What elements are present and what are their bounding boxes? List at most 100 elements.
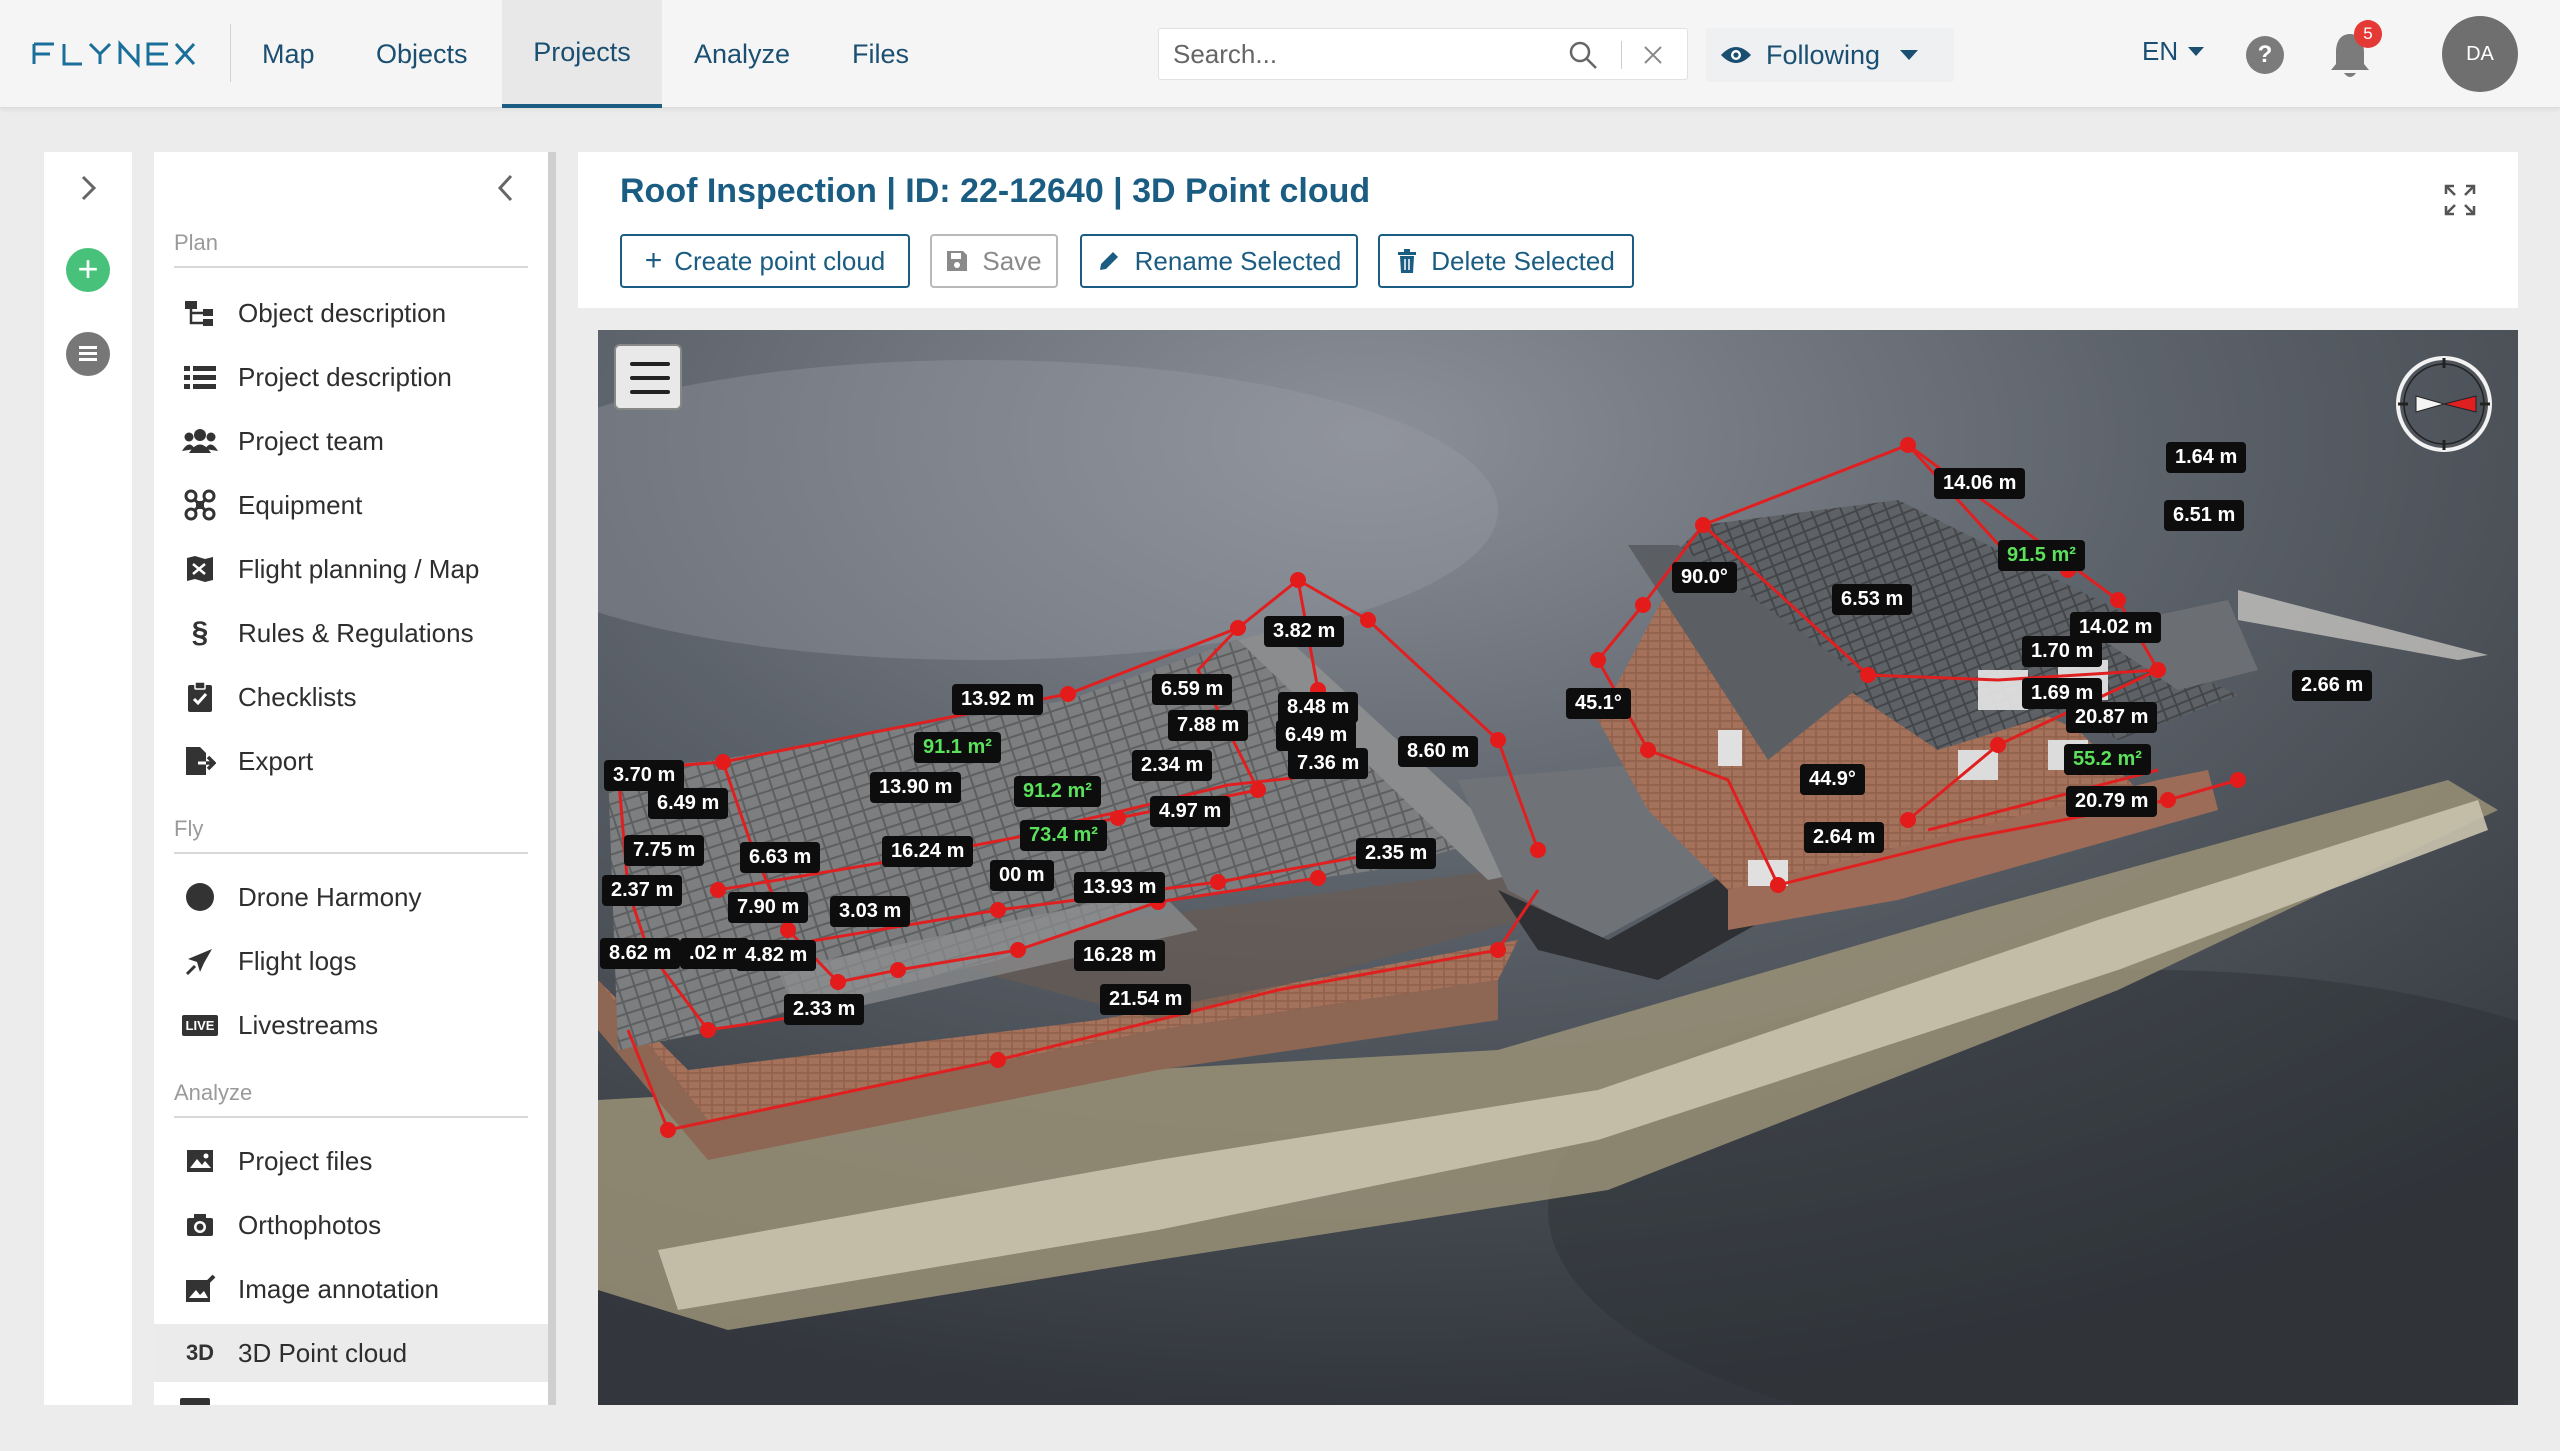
language-selector[interactable]: EN xyxy=(2142,36,2205,67)
measurement-label[interactable]: 6.49 m xyxy=(648,788,729,819)
area-label[interactable]: 73.4 m² xyxy=(1020,820,1107,851)
point-cloud-viewer[interactable]: 3.70 m 6.49 m 7.75 m 2.37 m 8.62 m .02 m… xyxy=(598,330,2518,1405)
sidebar-item-project-files[interactable]: Project files xyxy=(154,1132,548,1190)
measurement-label[interactable]: 4.82 m xyxy=(736,940,817,971)
measurement-label[interactable]: 7.90 m xyxy=(728,892,809,923)
sidebar-item-label: Object description xyxy=(238,297,447,328)
area-label[interactable]: 55.2 m² xyxy=(2064,744,2151,775)
measurement-label[interactable]: 8.62 m xyxy=(600,938,681,969)
area-label[interactable]: 91.1 m² xyxy=(914,732,1001,763)
sidebar-item-label: Drone Harmony xyxy=(238,881,422,912)
sidebar-item-rules-regulations[interactable]: § Rules & Regulations xyxy=(154,604,548,662)
measurement-label[interactable]: 21.54 m xyxy=(1100,984,1192,1015)
sidebar-item-equipment[interactable]: Equipment xyxy=(154,476,548,534)
measurement-label[interactable]: 16.28 m xyxy=(1074,940,1166,971)
search-box xyxy=(1158,28,1688,80)
measurement-label[interactable]: 1.70 m xyxy=(2022,636,2103,667)
search-input[interactable] xyxy=(1173,38,1543,70)
help-icon[interactable]: ? xyxy=(2246,36,2284,74)
sidebar-item-orthophotos[interactable]: Orthophotos xyxy=(154,1196,548,1254)
sidebar-item-livestreams[interactable]: LIVE Livestreams xyxy=(154,996,548,1054)
fullscreen-icon[interactable] xyxy=(2442,182,2478,218)
nav-objects[interactable]: Objects xyxy=(344,0,500,108)
sidebar-item-image-annotation[interactable]: Image annotation xyxy=(154,1260,548,1318)
sidebar-item-project-description[interactable]: Project description xyxy=(154,348,548,406)
measurement-label[interactable]: 2.64 m xyxy=(1804,822,1885,853)
measurement-label[interactable]: 13.93 m xyxy=(1074,872,1166,903)
sidebar-item-project-team[interactable]: Project team xyxy=(154,412,548,470)
search-icon[interactable] xyxy=(1567,39,1599,71)
measurement-label[interactable]: 6.59 m xyxy=(1152,674,1233,705)
measurement-label[interactable]: 7.88 m xyxy=(1168,710,1249,741)
project-side-panel: Plan Object description Project descript… xyxy=(154,152,548,1405)
sidebar-item-label: Project files xyxy=(238,1145,373,1176)
measurement-label[interactable]: 2.34 m xyxy=(1132,750,1213,781)
measurement-label[interactable]: 6.53 m xyxy=(1832,584,1913,615)
measurement-label[interactable]: 20.87 m xyxy=(2066,702,2158,733)
measurement-label[interactable]: 4.97 m xyxy=(1150,796,1231,827)
delete-selected-button[interactable]: Delete Selected xyxy=(1378,234,1634,288)
chevron-right-icon[interactable] xyxy=(74,174,102,202)
measurement-label[interactable]: 3.03 m xyxy=(830,896,911,927)
nav-analyze[interactable]: Analyze xyxy=(662,0,822,108)
measurement-label[interactable]: 1.64 m xyxy=(2166,442,2247,473)
add-icon[interactable]: + xyxy=(66,248,110,292)
app-logo[interactable] xyxy=(32,36,196,72)
measurement-label[interactable]: 3.70 m xyxy=(604,760,685,791)
measurement-label[interactable]: 2.33 m xyxy=(784,994,865,1025)
nav-files[interactable]: Files xyxy=(820,0,941,108)
section-divider xyxy=(174,852,528,854)
user-avatar[interactable]: DA xyxy=(2442,16,2518,92)
sidebar-item-3d-point-cloud[interactable]: 3D 3D Point cloud xyxy=(154,1324,548,1382)
rename-selected-label: Rename Selected xyxy=(1134,245,1342,276)
point-cloud-scene[interactable] xyxy=(598,330,2518,1405)
viewer-menu-button[interactable] xyxy=(614,344,682,410)
sidebar-item-flight-logs[interactable]: Flight logs xyxy=(154,932,548,990)
measurement-label[interactable]: 3.82 m xyxy=(1264,616,1345,647)
nav-map[interactable]: Map xyxy=(230,0,347,108)
measurement-label[interactable]: 13.90 m xyxy=(870,772,962,803)
sidebar-item-object-description[interactable]: Object description xyxy=(154,284,548,342)
angle-label[interactable]: 44.9° xyxy=(1800,764,1865,795)
measurement-label[interactable]: 2.35 m xyxy=(1356,838,1437,869)
measurement-label[interactable]: 7.75 m xyxy=(624,835,705,866)
following-dropdown[interactable]: Following xyxy=(1706,28,1954,82)
area-label[interactable]: 91.2 m² xyxy=(1014,776,1101,807)
area-label[interactable]: 91.5 m² xyxy=(1998,540,2085,571)
nav-projects[interactable]: Projects xyxy=(502,0,662,108)
angle-label[interactable]: 90.0° xyxy=(1672,562,1737,593)
measurement-label[interactable]: 6.51 m xyxy=(2164,500,2245,531)
list-icon[interactable] xyxy=(66,332,110,376)
next-menu-item-icon xyxy=(180,1398,210,1405)
camera-icon xyxy=(180,1208,220,1242)
measurement-label[interactable]: 14.06 m xyxy=(1934,468,2026,499)
sidebar-item-checklists[interactable]: Checklists xyxy=(154,668,548,726)
measurement-label[interactable]: 00 m xyxy=(990,860,1054,891)
top-navigation-bar: Map Objects Projects Analyze Files Follo… xyxy=(0,0,2560,108)
clear-search-icon[interactable] xyxy=(1641,43,1665,67)
measurement-label[interactable]: 2.66 m xyxy=(2292,670,2373,701)
sidebar-item-label: Checklists xyxy=(238,681,357,712)
sidebar-item-export[interactable]: Export xyxy=(154,732,548,790)
sidebar-item-flight-planning-map[interactable]: Flight planning / Map xyxy=(154,540,548,598)
measurement-label[interactable]: 6.63 m xyxy=(740,842,821,873)
measurement-label[interactable]: 20.79 m xyxy=(2066,786,2158,817)
measurement-label[interactable]: 16.24 m xyxy=(882,836,974,867)
chevron-left-icon[interactable] xyxy=(492,172,520,204)
measurement-label[interactable]: 8.60 m xyxy=(1398,736,1479,767)
measurement-label[interactable]: 7.36 m xyxy=(1288,748,1369,779)
measurement-label[interactable]: 6.49 m xyxy=(1276,720,1357,751)
measurement-label[interactable]: 2.37 m xyxy=(602,875,683,906)
sidebar-item-label: Image annotation xyxy=(238,1273,439,1304)
rename-selected-button[interactable]: Rename Selected xyxy=(1080,234,1358,288)
measurement-label[interactable]: 8.48 m xyxy=(1278,692,1359,723)
save-button[interactable]: Save xyxy=(930,234,1058,288)
main-header: Roof Inspection | ID: 22-12640 | 3D Poin… xyxy=(578,152,2518,308)
sidebar-item-drone-harmony[interactable]: Drone Harmony xyxy=(154,868,548,926)
side-panel-scrollbar[interactable] xyxy=(548,152,556,1405)
compass-icon[interactable] xyxy=(2392,352,2496,456)
flynex-logo-mark xyxy=(32,40,196,68)
create-point-cloud-button[interactable]: + Create point cloud xyxy=(620,234,910,288)
angle-label[interactable]: 45.1° xyxy=(1566,688,1631,719)
measurement-label[interactable]: 13.92 m xyxy=(952,684,1044,715)
